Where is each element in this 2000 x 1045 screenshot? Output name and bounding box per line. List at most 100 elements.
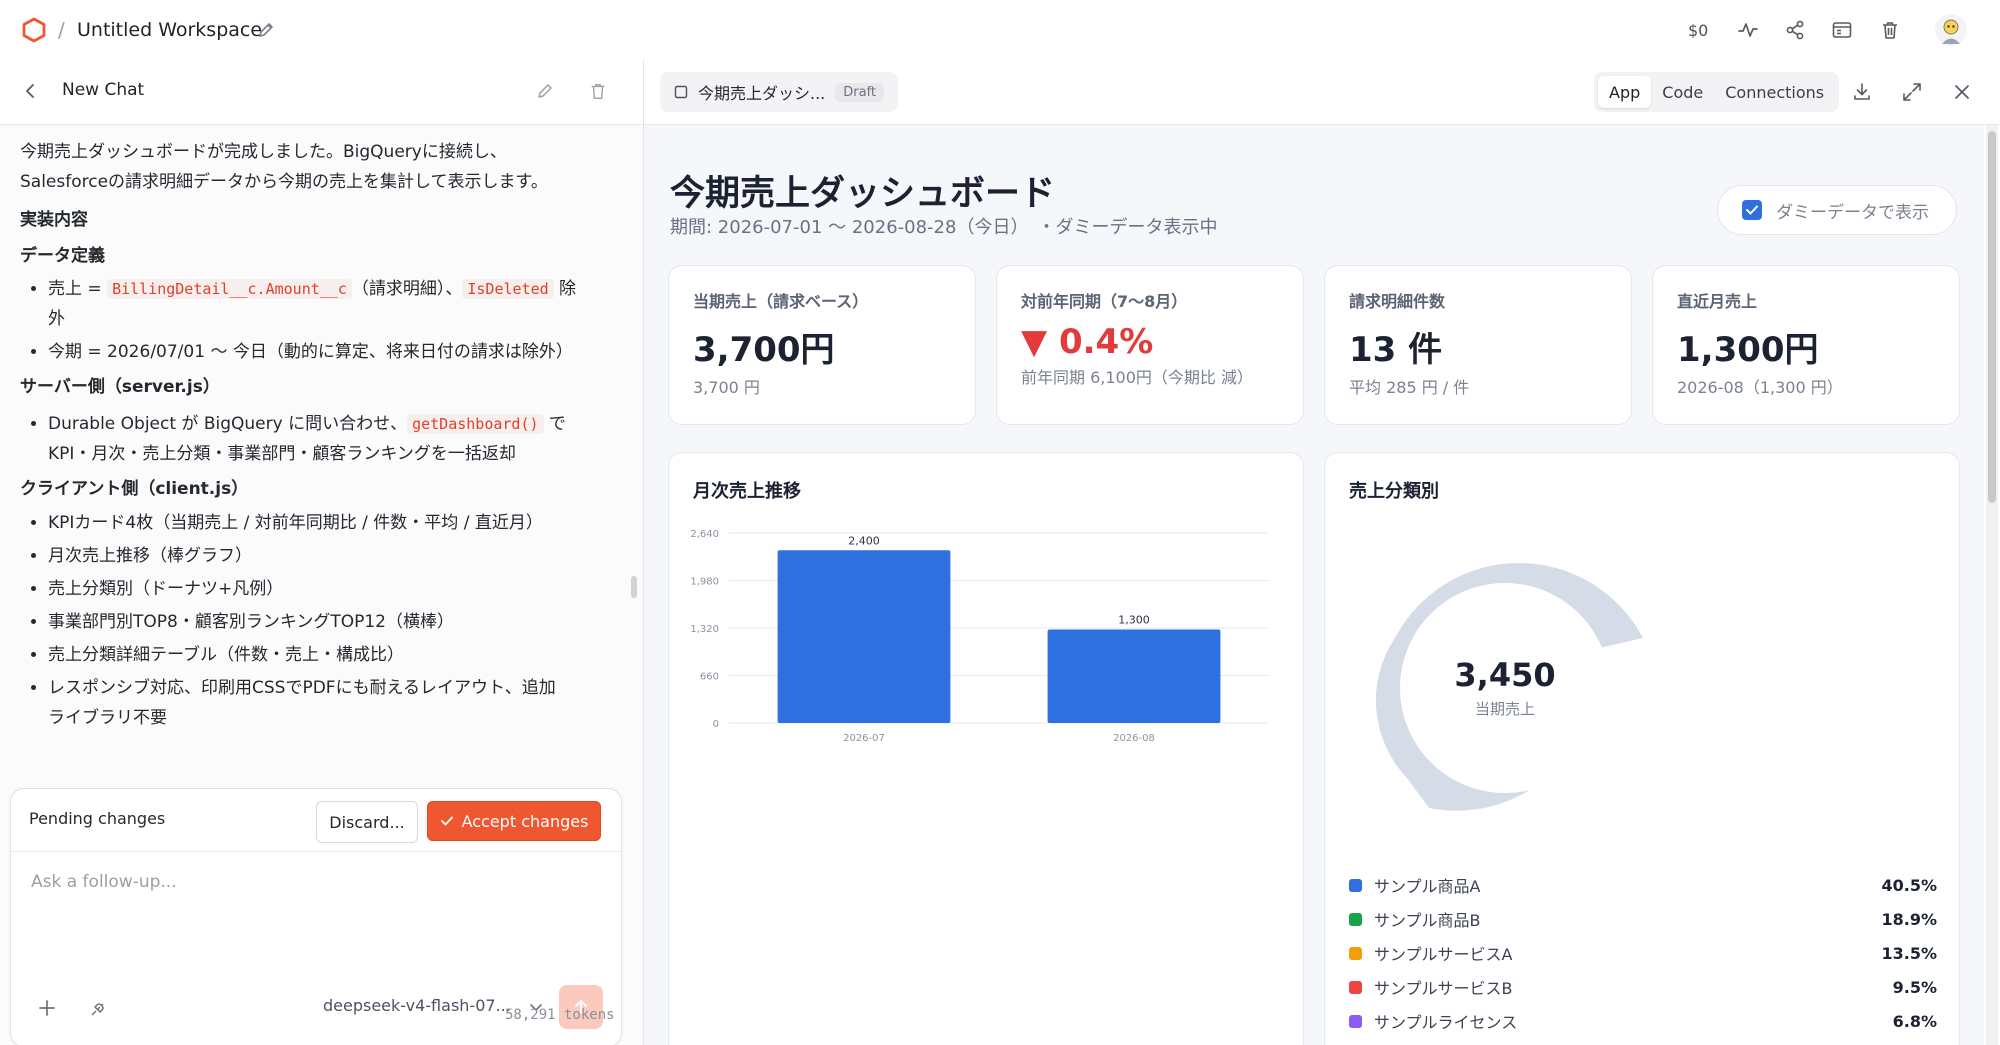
tab-app[interactable]: App: [1598, 76, 1652, 108]
x-tick-label: 2026-07: [843, 733, 885, 744]
kpi-label: 直近月売上: [1677, 292, 1758, 311]
bar-value-label: 1,300: [1118, 613, 1150, 626]
dummy-data-label: ダミーデータで表示: [1776, 202, 1929, 223]
trash-icon: [591, 83, 605, 99]
plug-icon: [91, 1003, 104, 1016]
assistant-message: 今期売上ダッシュボードが完成しました。BigQueryに接続し、 Salesfo…: [0, 125, 643, 825]
kpi-label: 当期売上（請求ベース）: [693, 292, 869, 311]
download-icon: [1854, 83, 1870, 100]
delete-chat-button[interactable]: [588, 81, 608, 101]
avatar-icon: [1935, 14, 1967, 46]
section-heading: クライアント側（client.js）: [20, 479, 249, 499]
tab-connections[interactable]: Connections: [1714, 76, 1835, 108]
legend-pct: 6.8%: [1892, 1011, 1937, 1031]
legend-pct: 40.5%: [1881, 875, 1937, 895]
app-logo[interactable]: [20, 0, 48, 60]
edit-chat-button[interactable]: [535, 81, 555, 101]
legend-item: サンプル商品B 18.9%: [1349, 902, 1937, 936]
artifact-tab[interactable]: 今期売上ダッシ... Draft: [660, 72, 899, 112]
kpi-value: 1,300円: [1677, 330, 1819, 370]
download-button[interactable]: [1851, 81, 1873, 103]
expand-button[interactable]: [1901, 81, 1923, 103]
kpi-value: ▼ 0.4%: [1021, 322, 1154, 362]
discard-button[interactable]: Discard...: [316, 801, 418, 843]
chat-scrollbar-thumb[interactable]: [631, 576, 637, 598]
list-text: （請求明細）、: [351, 279, 463, 299]
pencil-icon: [259, 23, 273, 37]
list-text: 除: [553, 279, 577, 299]
monthly-sales-card: 月次売上推移 0 660 1,320 1,980 2,640 2,400 2026-07 1,…: [668, 452, 1304, 1045]
cost-display[interactable]: $0: [1688, 0, 1708, 60]
legend-name: サンプル商品A: [1374, 877, 1481, 896]
back-button[interactable]: [20, 80, 42, 102]
share-button[interactable]: [1781, 0, 1809, 60]
list-text: で: [543, 414, 566, 434]
kpi-sub: 2026-08（1,300 円）: [1677, 378, 1843, 397]
message-intro-line: Salesforceの請求明細データから今期の売上を集計して表示します。: [20, 172, 548, 192]
delete-workspace-button[interactable]: [1876, 0, 1904, 60]
workspace-title[interactable]: Untitled Workspace: [77, 0, 262, 60]
add-attachment-button[interactable]: [37, 998, 57, 1018]
legend-swatch: [1349, 980, 1362, 994]
list-item: Durable Object が BigQuery に問い合わせ、getDash…: [48, 409, 623, 469]
list-text: 売上 =: [48, 279, 108, 299]
bar-value-label: 2,400: [848, 534, 880, 547]
chart-title: 売上分類別: [1349, 481, 1439, 502]
legend-swatch: [1349, 912, 1362, 926]
y-tick-label: 660: [700, 672, 719, 683]
category-sales-card: 売上分類別 3,450 当期売上 サンプル商品A 40.5% サンプル商品B 1…: [1324, 452, 1960, 1045]
preview-scrollbar-thumb[interactable]: [1988, 131, 1996, 503]
accept-changes-button[interactable]: Accept changes: [427, 801, 601, 841]
category-donut-chart: 3,450 当期売上: [1375, 562, 1643, 811]
activity-icon: [1738, 23, 1758, 37]
token-count: 58,291 tokens: [505, 1007, 615, 1023]
rename-workspace-button[interactable]: [256, 0, 276, 60]
dummy-data-toggle[interactable]: ダミーデータで表示: [1717, 185, 1957, 235]
bar: [777, 550, 951, 723]
monthly-bar-chart: 0 660 1,320 1,980 2,640 2,400 2026-07 1,300 2026…: [690, 529, 1269, 744]
legend-name: サンプルサービスB: [1374, 979, 1513, 998]
dashboard-period: 期間: 2026-07-01 〜 2026-08-28（今日） ・ダミーデータ表…: [670, 217, 1218, 238]
tab-code[interactable]: Code: [1651, 76, 1714, 108]
x-tick-label: 2026-08: [1113, 733, 1155, 744]
legend-item: サンプル商品A 40.5%: [1349, 868, 1937, 902]
list-item: 売上分類詳細テーブル（件数・売上・構成比）: [48, 640, 623, 670]
server-list: Durable Object が BigQuery に問い合わせ、getDash…: [20, 409, 623, 469]
y-tick-label: 0: [713, 719, 719, 730]
client-list: KPIカード4枚（当期売上 / 対前年同期比 / 件数・平均 / 直近月） 月次…: [20, 508, 623, 733]
kpi-value: 13 件: [1349, 330, 1443, 370]
kpi-card-invoice-count: 請求明細件数 13 件 平均 285 円 / 件: [1324, 265, 1632, 425]
kpi-card-yoy: 対前年同期（7〜8月） ▼ 0.4% 前年同期 6,100円（今期比 減）: [996, 265, 1304, 425]
dashboard-title: 今期売上ダッシュボード: [670, 174, 1056, 214]
artifact-name: 今期売上ダッシ...: [698, 84, 826, 103]
kpi-card-latest-month: 直近月売上 1,300円 2026-08（1,300 円）: [1652, 265, 1960, 425]
kpi-card-current-sales: 当期売上（請求ベース） 3,700円 3,700 円: [668, 265, 976, 425]
pending-changes-bar: Pending changes Discard... Accept change…: [11, 789, 621, 852]
tools-button[interactable]: [89, 998, 109, 1018]
legend-pct: 9.5%: [1892, 977, 1937, 997]
panel-button[interactable]: [1828, 0, 1856, 60]
preview-scrollbar[interactable]: [1986, 125, 1998, 1045]
dummy-data-checkbox[interactable]: [1742, 200, 1762, 220]
section-heading: 実装内容: [20, 210, 88, 230]
data-definition-list: 売上 = BillingDetail__c.Amount__c（請求明細）、Is…: [20, 274, 623, 367]
pending-changes-label: Pending changes: [29, 809, 166, 828]
inline-code: getDashboard(): [407, 414, 544, 434]
model-selector[interactable]: deepseek-v4-flash-07...: [323, 996, 511, 1015]
plus-icon: [39, 1000, 55, 1016]
view-mode-tabs: App Code Connections: [1594, 72, 1840, 112]
legend-pct: 13.5%: [1881, 943, 1937, 963]
list-item: 事業部門別TOP8・顧客別ランキングTOP12（横棒）: [48, 607, 623, 637]
user-avatar[interactable]: [1934, 0, 1968, 60]
legend-name: サンプルライセンス: [1374, 1013, 1518, 1032]
list-item: 売上分類別（ドーナツ+凡例）: [48, 574, 623, 604]
activity-button[interactable]: [1734, 0, 1762, 60]
chart-title: 月次売上推移: [693, 481, 801, 502]
pencil-icon: [538, 84, 552, 98]
chat-header: New Chat: [0, 60, 643, 125]
donut-center-value: 3,450: [1454, 656, 1555, 694]
list-text: Durable Object が BigQuery に問い合わせ、: [48, 414, 408, 434]
close-preview-button[interactable]: [1951, 81, 1973, 103]
y-tick-label: 2,640: [690, 529, 719, 540]
follow-up-input[interactable]: Ask a follow-up...: [31, 872, 177, 892]
